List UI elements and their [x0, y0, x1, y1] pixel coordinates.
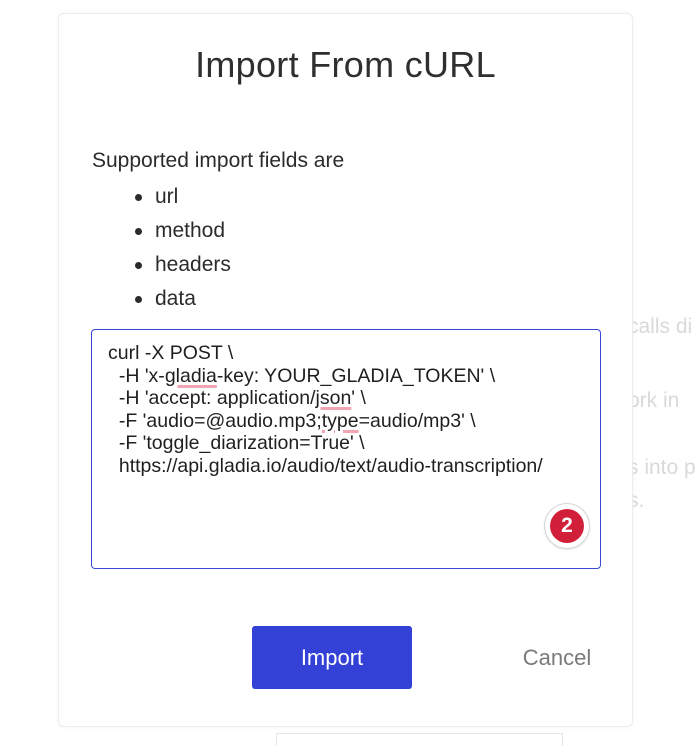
supported-fields-intro: Supported import fields are: [92, 149, 345, 172]
bullet-icon: [135, 296, 142, 303]
curl-text: -H 'x-: [108, 364, 165, 387]
background-text: calls di: [628, 315, 693, 338]
background-panel: [276, 733, 563, 746]
curl-text: =audio/mp3' \: [358, 409, 476, 432]
curl-text: ' \: [351, 387, 366, 410]
curl-text: -F 'audio=@audio.mp3;: [108, 409, 322, 432]
bullet-icon: [135, 194, 142, 201]
grammar-badge[interactable]: 2: [545, 504, 589, 548]
background-text: s into p: [628, 456, 696, 479]
background-text: ork in: [628, 389, 680, 412]
field-name: method: [155, 219, 226, 242]
cancel-button[interactable]: Cancel: [507, 626, 607, 689]
list-item: headers: [92, 248, 231, 282]
bullet-icon: [135, 262, 142, 269]
list-item: method: [92, 214, 231, 248]
dialog-title: Import From cURL: [195, 44, 496, 85]
list-item: data: [92, 282, 231, 316]
list-item: url: [92, 180, 231, 214]
supported-fields-list: url method headers data: [92, 180, 231, 316]
import-curl-dialog: Import From cURL Supported import fields…: [58, 13, 633, 727]
field-name: headers: [155, 253, 231, 276]
curl-text: -H 'accept: application/: [108, 387, 316, 410]
spellcheck-word: type: [321, 409, 359, 432]
curl-textarea[interactable]: curl -X POST \ -H 'x-gladia-key: YOUR_GL…: [91, 329, 601, 569]
curl-line: -F 'toggle_diarization=True' \: [108, 432, 365, 455]
curl-line: curl -X POST \: [108, 342, 234, 364]
field-name: data: [155, 287, 196, 310]
field-name: url: [155, 185, 179, 208]
curl-text: -key: YOUR_GLADIA_TOKEN' \: [216, 364, 496, 387]
page: calls di ork in s into p s. Import From …: [0, 0, 698, 746]
badge-count: 2: [550, 509, 584, 543]
curl-line: -F 'audio=@audio.mp3;type=audio/mp3' \: [108, 410, 476, 432]
curl-line: https://api.gladia.io/audio/text/audio-t…: [108, 454, 543, 477]
curl-line: -H 'accept: application/json' \: [108, 387, 366, 409]
import-button[interactable]: Import: [252, 626, 412, 689]
curl-line: -H 'x-gladia-key: YOUR_GLADIA_TOKEN' \: [108, 365, 495, 387]
spellcheck-word: gladia: [164, 364, 217, 387]
spellcheck-word: json: [315, 387, 352, 410]
bullet-icon: [135, 228, 142, 235]
